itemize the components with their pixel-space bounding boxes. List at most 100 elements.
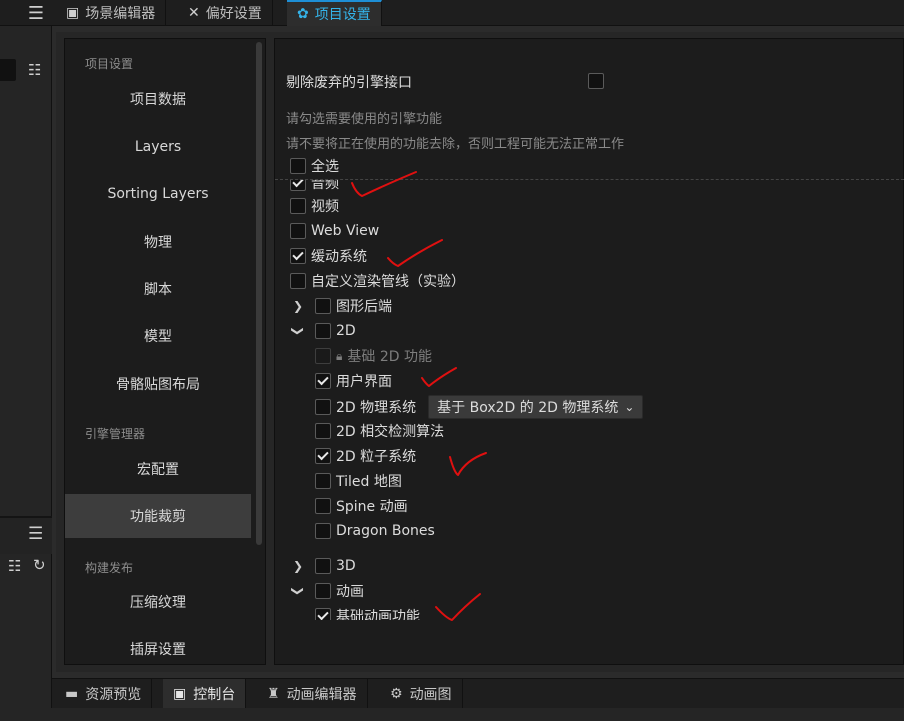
custom-pipeline-checkbox[interactable] xyxy=(290,273,306,289)
nav-item-splash-settings[interactable]: 插屏设置 xyxy=(65,627,251,664)
video-label: 视频 xyxy=(311,199,339,215)
search-input[interactable] xyxy=(0,59,16,81)
twod-basic-row: 🔒︎ 基础 2D 功能 xyxy=(315,346,432,366)
chevron-down-icon[interactable]: ❯ xyxy=(291,584,305,598)
nav-group-build: 构建发布 xyxy=(85,561,134,575)
nav-item-skeleton-atlas[interactable]: 骨骼贴图布局 xyxy=(65,362,251,406)
select-all-label: 全选 xyxy=(311,159,339,175)
dragonbones-row: Dragon Bones xyxy=(315,521,435,541)
spine-checkbox[interactable] xyxy=(315,498,331,514)
physics2d-engine-value: 基于 Box2D 的 2D 物理系统 xyxy=(437,400,619,416)
tab-animation-graph[interactable]: ⚙ 动画图 xyxy=(380,679,463,709)
tab-project-settings[interactable]: ✿ 项目设置 xyxy=(287,0,382,26)
chevron-right-icon[interactable]: ❯ xyxy=(291,559,305,573)
animation-basic-label: 基础动画功能 xyxy=(336,609,420,620)
deprecated-checkbox[interactable] xyxy=(588,73,604,89)
intersection2d-checkbox[interactable] xyxy=(315,423,331,439)
nav-item-scripts[interactable]: 脚本 xyxy=(65,267,251,311)
tab-preferences[interactable]: ✕ 偏好设置 xyxy=(178,0,273,26)
animation-checkbox[interactable] xyxy=(315,583,331,599)
terminal-icon: ▣ xyxy=(173,686,187,702)
animation-label: 动画 xyxy=(336,584,364,600)
select-all-row: 全选 xyxy=(290,156,339,176)
panel-header xyxy=(0,518,52,554)
video-row: 视频 xyxy=(290,196,339,216)
audio-row-clip: 音频 xyxy=(286,180,486,191)
menu-icon[interactable]: ☰ xyxy=(22,3,50,24)
menu-icon[interactable]: ☰ xyxy=(28,524,43,544)
custom-pipeline-label: 自定义渲染管线（实验） xyxy=(311,274,465,290)
physics2d-engine-select[interactable]: 基于 Box2D 的 2D 物理系统 ⌄ xyxy=(428,395,644,419)
tab-label: 资源预览 xyxy=(85,687,142,703)
tab-scene-editor[interactable]: ▣ 场景编辑器 xyxy=(56,0,167,26)
top-tab-bar: ☰ ▣ 场景编辑器 ✕ 偏好设置 ✿ 项目设置 xyxy=(0,0,904,26)
graphics-backend-checkbox[interactable] xyxy=(315,298,331,314)
nav-item-layers[interactable]: Layers xyxy=(65,125,251,169)
chevron-right-icon[interactable]: ❯ xyxy=(291,299,305,313)
nav-group-project: 项目设置 xyxy=(85,57,134,71)
twod-label: 2D xyxy=(336,323,356,339)
threed-checkbox[interactable] xyxy=(315,558,331,574)
tween-checkbox[interactable] xyxy=(290,248,306,264)
animation-basic-row: 基础动画功能 xyxy=(315,606,420,620)
settings-nav: 项目设置 项目数据 Layers Sorting Layers 物理 脚本 模型… xyxy=(64,38,266,665)
video-checkbox[interactable] xyxy=(290,198,306,214)
twod-checkbox[interactable] xyxy=(315,323,331,339)
nav-item-model[interactable]: 模型 xyxy=(65,314,251,358)
tab-animation-editor[interactable]: ♜ 动画编辑器 xyxy=(257,679,368,709)
select-all-checkbox[interactable] xyxy=(290,158,306,174)
tween-label: 缓动系统 xyxy=(311,249,367,265)
audio-label: 音频 xyxy=(311,180,339,191)
nav-item-sorting-layers[interactable]: Sorting Layers xyxy=(65,172,251,216)
nav-group-engine: 引擎管理器 xyxy=(85,427,146,441)
scene-icon: ▣ xyxy=(66,5,80,21)
tab-label: 动画图 xyxy=(409,687,452,703)
tools-icon: ✕ xyxy=(188,5,200,21)
tab-label: 项目设置 xyxy=(314,7,371,23)
tab-label: 偏好设置 xyxy=(205,6,262,22)
graphics-backend-row: ❯ 图形后端 xyxy=(291,296,392,316)
nav-item-feature-cropping[interactable]: 功能裁剪 xyxy=(65,494,251,538)
tiled-row: Tiled 地图 xyxy=(315,471,402,491)
tab-label: 控制台 xyxy=(193,687,236,703)
running-icon: ♜ xyxy=(267,686,280,702)
threed-row: ❯ 3D xyxy=(291,556,356,576)
tab-label: 场景编辑器 xyxy=(85,6,156,22)
ui-checkbox[interactable] xyxy=(315,373,331,389)
tab-asset-preview[interactable]: ▬ 资源预览 xyxy=(55,679,153,709)
nav-item-texture-compression[interactable]: 压缩纹理 xyxy=(65,580,251,624)
webview-checkbox[interactable] xyxy=(290,223,306,239)
spine-label: Spine 动画 xyxy=(336,499,408,515)
animation-basic-clip: 基础动画功能 xyxy=(310,604,510,620)
audio-row: 音频 xyxy=(290,180,339,191)
nav-scrollbar[interactable] xyxy=(256,42,262,545)
hint-text-2: 请不要将正在使用的功能去除，否则工程可能无法正常工作 xyxy=(286,136,625,152)
custom-pipeline-row: 自定义渲染管线（实验） xyxy=(290,271,465,291)
sort-icon[interactable]: ☷ xyxy=(28,61,41,79)
chevron-down-icon: ⌄ xyxy=(624,400,635,414)
dragonbones-checkbox[interactable] xyxy=(315,523,331,539)
refresh-icon[interactable]: ↻ xyxy=(33,556,46,574)
animation-basic-checkbox[interactable] xyxy=(315,608,331,620)
image-icon: ▬ xyxy=(65,686,79,702)
twod-row: ❯ 2D xyxy=(291,321,356,341)
twod-basic-label: 基础 2D 功能 xyxy=(347,349,432,365)
tiled-checkbox[interactable] xyxy=(315,473,331,489)
tab-console[interactable]: ▣ 控制台 xyxy=(163,679,247,709)
chevron-down-icon[interactable]: ❯ xyxy=(291,324,305,338)
intersection2d-row: 2D 相交检测算法 xyxy=(315,421,444,441)
physics2d-checkbox[interactable] xyxy=(315,399,331,415)
left-side-panel: ☷ ☰ ☷ ↻ xyxy=(0,26,52,721)
audio-checkbox[interactable] xyxy=(290,180,306,191)
nav-item-physics[interactable]: 物理 xyxy=(65,220,251,264)
dragonbones-label: Dragon Bones xyxy=(336,523,435,539)
twod-basic-checkbox xyxy=(315,348,331,364)
particle2d-checkbox[interactable] xyxy=(315,448,331,464)
deprecated-label: 剔除废弃的引擎接口 xyxy=(286,75,412,91)
ui-row: 用户界面 xyxy=(315,371,392,391)
threed-label: 3D xyxy=(336,558,356,574)
deprecated-row: 剔除废弃的引擎接口 xyxy=(286,72,412,92)
nav-item-project-data[interactable]: 项目数据 xyxy=(65,77,251,121)
sort-icon[interactable]: ☷ xyxy=(8,557,21,575)
nav-item-macros[interactable]: 宏配置 xyxy=(65,447,251,491)
